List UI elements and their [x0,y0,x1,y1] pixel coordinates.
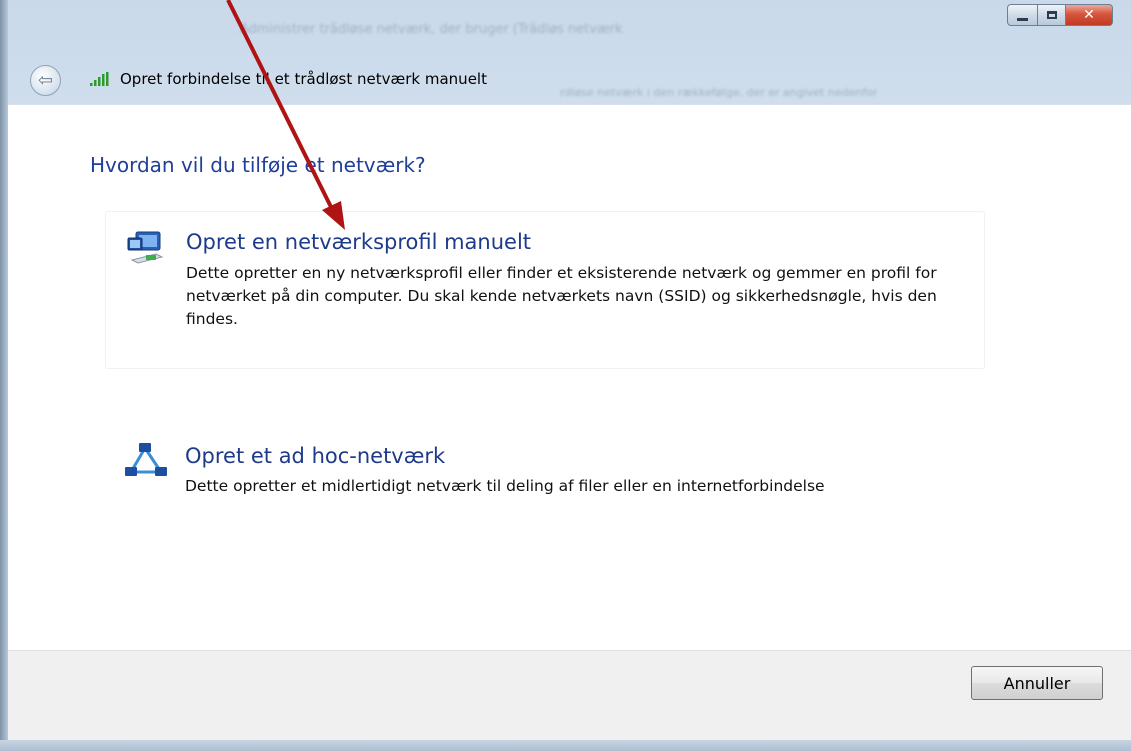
background-title-text: Administrer trådløse netværk, der bruger… [240,22,623,37]
button-bar: Annuller [8,650,1131,741]
network-profile-icon [127,231,164,264]
close-icon: ✕ [1083,7,1095,23]
maximize-icon [1046,11,1057,19]
window-left-edge [0,0,8,751]
wireless-signal-icon [90,72,109,86]
back-button[interactable]: ⇦ [30,65,61,96]
option-title: Opret et ad hoc-netværk [185,444,446,468]
option-description: Dette opretter en ny netværksprofil elle… [186,264,937,328]
option-manual-profile[interactable]: Opret en netværksprofil manuelt Dette op… [105,211,985,369]
close-button[interactable]: ✕ [1066,4,1113,26]
wizard-title: Opret forbindelse til et trådløst netvær… [120,70,487,88]
minimize-icon [1017,17,1028,21]
maximize-button[interactable] [1038,4,1066,26]
wizard-window: Administrer trådløse netværk, der bruger… [0,0,1131,751]
cancel-button[interactable]: Annuller [971,666,1103,700]
main-content: Hvordan vil du tilføje et netværk? Opret… [8,104,1131,650]
option-description: Dette opretter et midlertidigt netværk t… [185,477,825,495]
page-heading: Hvordan vil du tilføje et netværk? [90,153,426,177]
minimize-button[interactable] [1007,4,1038,26]
option-title: Opret en netværksprofil manuelt [186,230,532,254]
window-bottom-edge [0,740,1131,751]
window-controls: ✕ [1007,4,1113,26]
ad-hoc-network-icon [125,443,167,476]
navigation-bar: ⇦ Opret forbindelse til et trådløst netv… [8,60,1131,104]
background-window-title: Administrer trådløse netværk, der bruger… [240,22,1131,62]
option-ad-hoc-network[interactable]: Opret et ad hoc-netværk Dette opretter e… [105,427,985,527]
back-arrow-icon: ⇦ [37,69,54,91]
